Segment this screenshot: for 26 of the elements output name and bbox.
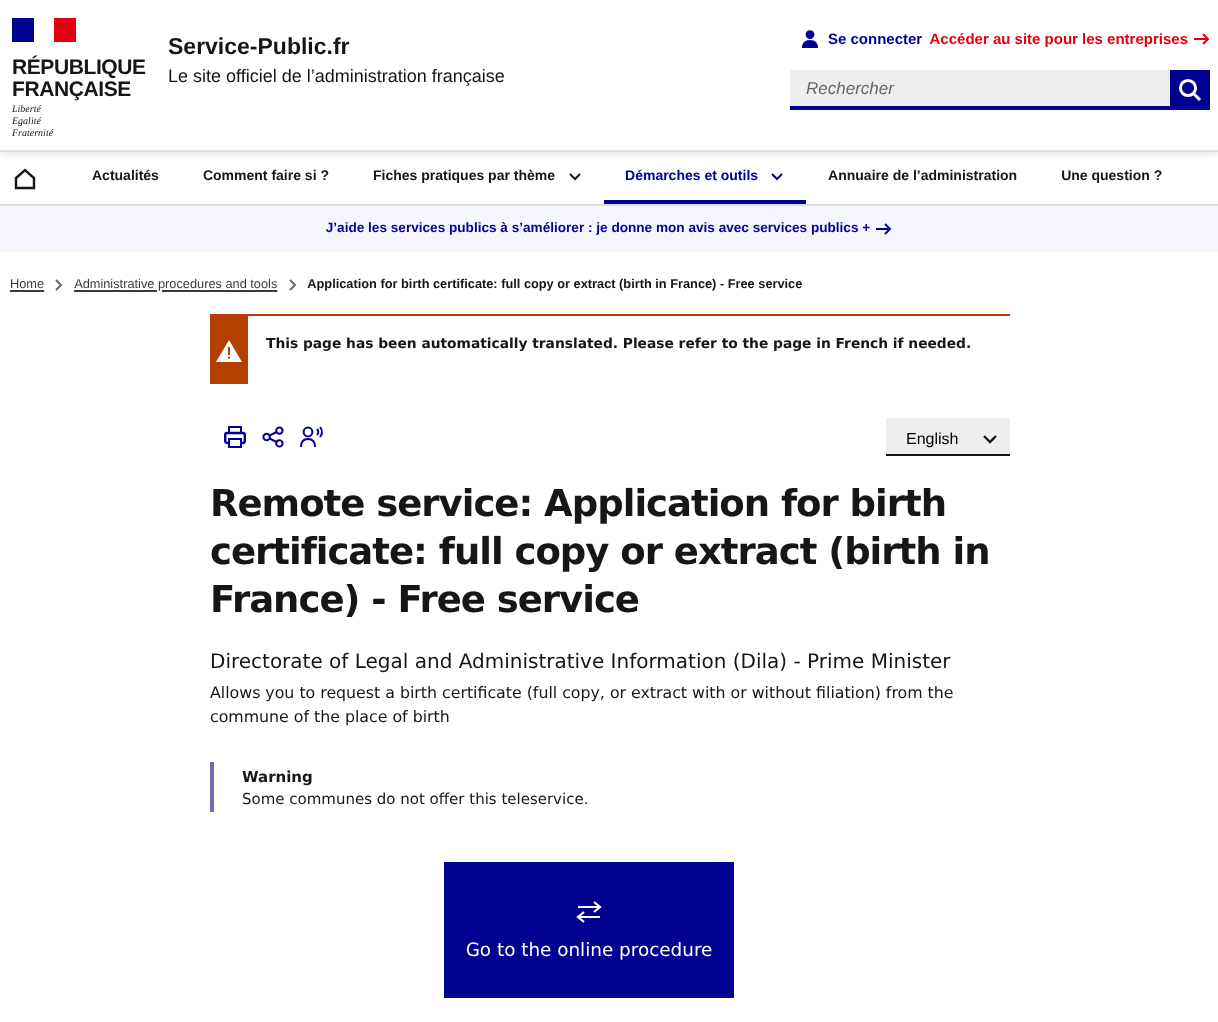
chevron-right-icon bbox=[287, 277, 298, 291]
chevron-down-icon bbox=[982, 433, 998, 443]
page-title: Remote service: Application for birth certificate: full copy or extract (birth in France) - Free service bbox=[210, 482, 992, 626]
printer-icon bbox=[224, 426, 246, 448]
tagline-text: Le site officiel de l’administration française bbox=[168, 66, 505, 86]
chevron-right-icon bbox=[54, 277, 65, 291]
language-select[interactable]: English bbox=[886, 418, 1010, 456]
logo-text: RÉPUBLIQUE FRANÇAISE bbox=[12, 58, 148, 102]
speaking-person-icon bbox=[300, 426, 324, 448]
search-button[interactable] bbox=[1170, 70, 1210, 110]
user-icon bbox=[802, 30, 818, 48]
listen-button[interactable] bbox=[300, 426, 324, 448]
arrow-right-icon bbox=[876, 222, 893, 236]
flag-icon bbox=[12, 18, 76, 42]
search-icon bbox=[1178, 78, 1202, 102]
author-text: Directorate of Legal and Administrative Information (Dila) - Prime Minister bbox=[210, 652, 953, 674]
print-button[interactable] bbox=[224, 426, 246, 448]
share-button[interactable] bbox=[262, 426, 284, 448]
home-icon bbox=[13, 167, 35, 189]
share-icon bbox=[262, 426, 284, 448]
warning-icon bbox=[216, 339, 242, 361]
swap-arrows-icon bbox=[576, 899, 602, 923]
online-procedure-button[interactable]: Go to the online procedure bbox=[444, 862, 734, 998]
site-name-link[interactable]: Service-Public.fr bbox=[168, 36, 505, 60]
arrow-right-icon bbox=[1194, 32, 1210, 46]
search-field[interactable]: Rechercher bbox=[790, 70, 1170, 110]
